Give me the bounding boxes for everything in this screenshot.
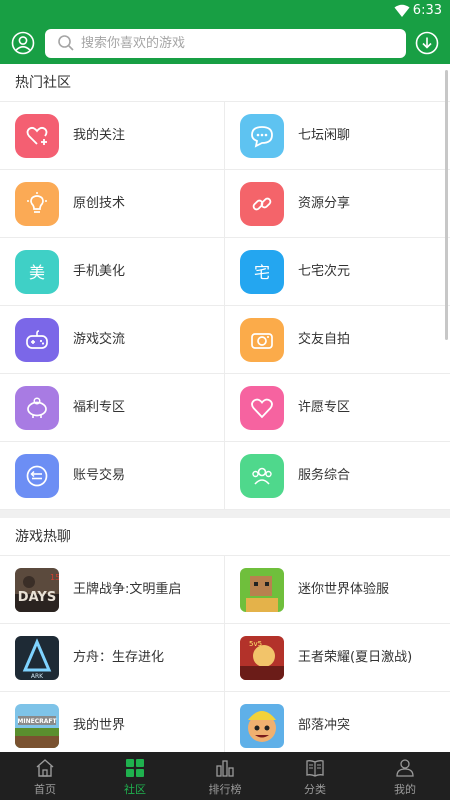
game-thumb-wangpai: DAYS 15 [15,568,59,612]
community-friends-selfie[interactable]: 交友自拍 [225,306,450,374]
game-thumb-mini-world [240,568,284,612]
community-label: 资源分享 [298,196,351,211]
section-title: 热门社区 [0,64,450,102]
tab-label: 分类 [304,783,326,796]
community-label: 许愿专区 [298,400,351,415]
community-wishes[interactable]: 许愿专区 [225,374,450,442]
lightbulb-icon [15,182,59,226]
community-chat[interactable]: 七坛闲聊 [225,102,450,170]
game-label: 王牌战争:文明重启 [73,582,182,597]
tab-category[interactable]: 分类 [270,752,360,800]
game-item[interactable]: 迷你世界体验服 [225,556,450,624]
community-label: 我的关注 [73,128,126,143]
game-grid: DAYS 15 王牌战争:文明重启 迷你世界体验服 ARK 方舟：生存进化 5v5 [0,556,450,752]
heart-plus-icon [15,114,59,158]
game-label: 部落冲突 [298,718,351,733]
game-item[interactable]: DAYS 15 王牌战争:文明重启 [0,556,225,624]
community-account-trade[interactable]: 账号交易 [0,442,225,510]
community-grid: 我的关注 七坛闲聊 原创技术 资源分享 美 手机美化 宅 七宅次元 游戏交流 交… [0,102,450,510]
community-otaku[interactable]: 宅 七宅次元 [225,238,450,306]
community-original-tech[interactable]: 原创技术 [0,170,225,238]
grid-icon [126,759,144,777]
heart-icon [240,386,284,430]
community-label: 服务综合 [298,468,351,483]
bottom-nav: 首页 社区 排行榜 分类 我的 [0,752,450,800]
community-label: 手机美化 [73,264,126,279]
exchange-icon [15,454,59,498]
tab-mine[interactable]: 我的 [360,752,450,800]
svg-text:15: 15 [50,573,59,582]
tab-label: 社区 [124,783,146,796]
game-item[interactable]: ARK 方舟：生存进化 [0,624,225,692]
tab-community[interactable]: 社区 [90,752,180,800]
community-phone-beautify[interactable]: 美 手机美化 [0,238,225,306]
search-icon [58,35,74,51]
top-bar [0,24,450,64]
svg-text:ARK: ARK [31,673,44,680]
community-label: 福利专区 [73,400,126,415]
community-label: 账号交易 [73,468,126,483]
wifi-icon [394,4,410,17]
game-thumb-honor-of-kings: 5v5 [240,636,284,680]
search-box[interactable] [45,29,406,58]
game-label: 王者荣耀(夏日激战) [298,650,413,665]
community-services[interactable]: 服务综合 [225,442,450,510]
download-icon[interactable] [415,31,439,55]
svg-text:美: 美 [29,263,45,282]
link-icon [240,182,284,226]
svg-text:5v5: 5v5 [249,640,262,648]
status-bar: 6:33 [0,0,450,24]
section-title: 游戏热聊 [0,518,450,556]
piggy-bank-icon [15,386,59,430]
community-my-follows[interactable]: 我的关注 [0,102,225,170]
community-game-exchange[interactable]: 游戏交流 [0,306,225,374]
person-icon [396,759,414,777]
users-icon [240,454,284,498]
game-thumb-ark: ARK [15,636,59,680]
game-label: 方舟：生存进化 [73,650,165,665]
ranking-icon [216,760,234,777]
game-thumb-minecraft: MINECRAFT [15,704,59,748]
hot-communities-section: 热门社区 我的关注 七坛闲聊 原创技术 资源分享 美 手机美化 宅 七宅次元 游… [0,64,450,510]
community-label: 游戏交流 [73,332,126,347]
game-thumb-clash-of-clans [240,704,284,748]
svg-text:宅: 宅 [254,263,270,282]
tab-home[interactable]: 首页 [0,752,90,800]
home-icon [36,759,54,777]
game-item[interactable]: 5v5 王者荣耀(夏日激战) [225,624,450,692]
scrollbar[interactable] [445,70,448,340]
svg-text:DAYS: DAYS [18,590,56,605]
gamepad-icon [15,318,59,362]
beautify-icon: 美 [15,250,59,294]
tab-ranking[interactable]: 排行榜 [180,752,270,800]
camera-icon [240,318,284,362]
tab-label: 排行榜 [208,783,242,796]
book-icon [306,760,324,777]
tab-label: 首页 [34,783,56,796]
house-char-icon: 宅 [240,250,284,294]
community-label: 七宅次元 [298,264,351,279]
community-resource-share[interactable]: 资源分享 [225,170,450,238]
section-divider [0,510,450,518]
game-item[interactable]: MINECRAFT 我的世界 [0,692,225,752]
game-label: 迷你世界体验服 [298,582,390,597]
hot-games-section: 游戏热聊 DAYS 15 王牌战争:文明重启 迷你世界体验服 ARK 方舟：生存进… [0,518,450,752]
search-input[interactable] [81,32,391,54]
game-label: 我的世界 [73,718,126,733]
main-content[interactable]: 热门社区 我的关注 七坛闲聊 原创技术 资源分享 美 手机美化 宅 七宅次元 游… [0,64,450,752]
community-label: 七坛闲聊 [298,128,351,143]
status-time: 6:33 [412,3,442,18]
community-label: 交友自拍 [298,332,351,347]
community-welfare[interactable]: 福利专区 [0,374,225,442]
chat-bubble-icon [240,114,284,158]
tab-label: 我的 [394,783,416,796]
user-avatar-icon[interactable] [11,31,35,55]
svg-text:MINECRAFT: MINECRAFT [17,718,57,725]
community-label: 原创技术 [73,196,126,211]
game-item[interactable]: 部落冲突 [225,692,450,752]
